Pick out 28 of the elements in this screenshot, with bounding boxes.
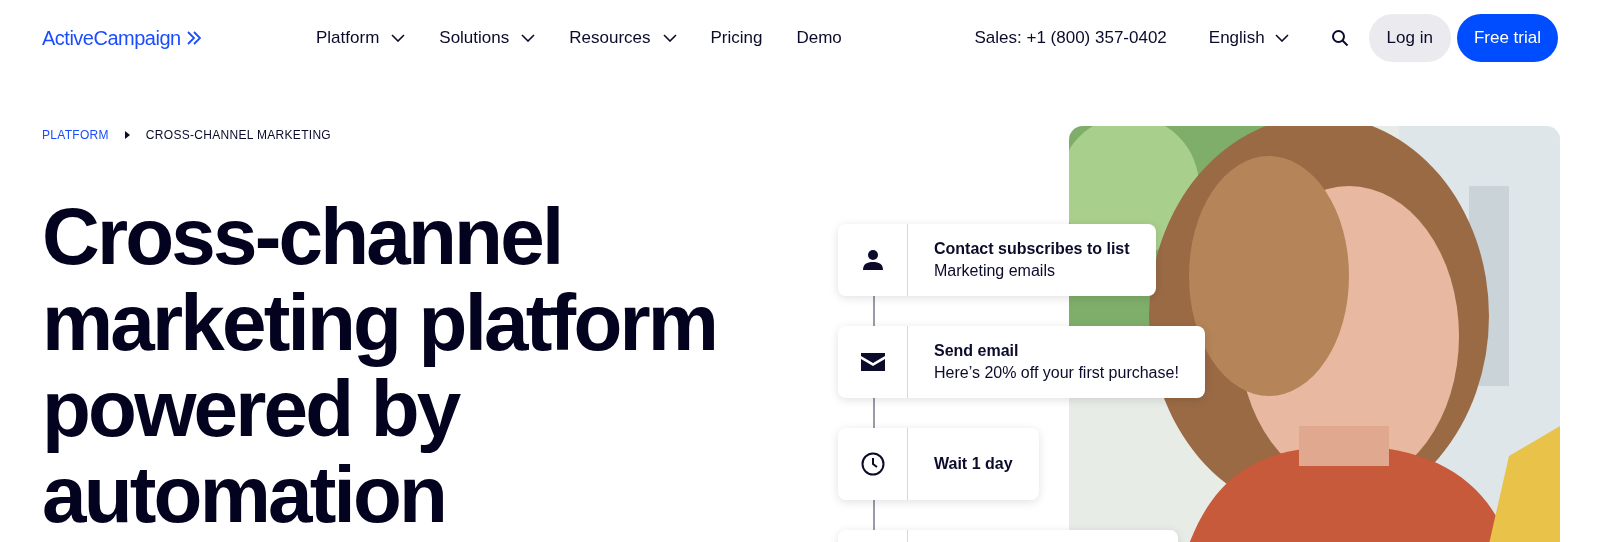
clock-icon (860, 452, 885, 476)
chevron-down-icon (521, 33, 536, 42)
headline: Cross-channel marketing platform powered by automation (42, 194, 718, 538)
nav-link[interactable]: Platform (316, 24, 406, 51)
step-subtitle: Here’s 20% off your first purchase! (934, 363, 1179, 383)
step-title: Wait 1 day (934, 454, 1013, 474)
caret-right-icon (124, 131, 130, 139)
free-trial-button[interactable]: Free trial (1456, 13, 1558, 62)
chevrons-icon (186, 29, 201, 46)
login-button[interactable]: Log in (1368, 13, 1451, 62)
step-subtitle: Marketing emails (934, 261, 1056, 281)
nav-link[interactable]: Demo (796, 24, 842, 51)
chevron-down-icon (391, 33, 406, 42)
person-icon (860, 248, 885, 272)
nav-link[interactable]: Resources (569, 24, 677, 51)
envelope-icon (860, 353, 885, 371)
breadcrumb-link[interactable]: PLATFORM (42, 126, 109, 144)
chevron-down-icon (1274, 33, 1289, 42)
step-title: Send email (934, 341, 1020, 361)
language-selector[interactable]: English (1208, 24, 1289, 51)
chevron-down-icon (662, 33, 677, 42)
breadcrumb-current: CROSS-CHANNEL MARKETING (145, 127, 331, 144)
search-icon[interactable] (1330, 28, 1349, 47)
sales-phone-link[interactable]: Sales: +1 (800) 357-0402 (974, 24, 1167, 51)
step-title: Contact subscribes to list (934, 239, 1130, 259)
nav-link[interactable]: Solutions (439, 24, 536, 51)
logo-text[interactable]: ActiveCampaign (42, 22, 181, 53)
nav-link[interactable]: Pricing (710, 24, 763, 51)
